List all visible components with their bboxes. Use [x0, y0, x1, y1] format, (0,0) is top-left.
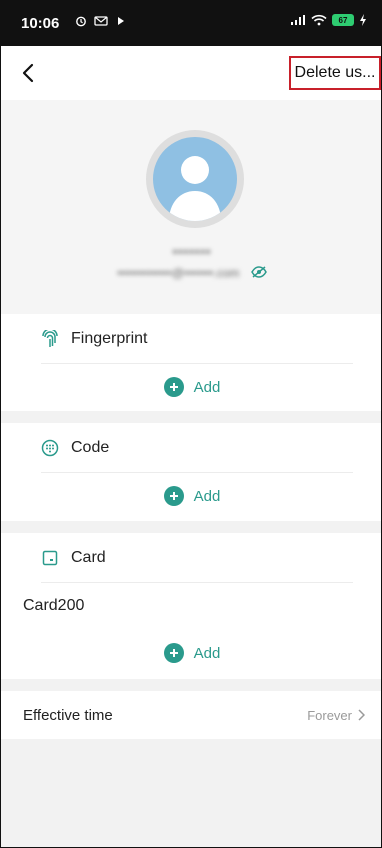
- app-frame: 10:06 67 Delete us... ••••••• ••••••••••…: [0, 0, 382, 848]
- notification-icons: [75, 15, 126, 29]
- charging-icon: [360, 14, 366, 26]
- add-code-label: Add: [193, 487, 221, 505]
- section-divider: [1, 521, 381, 533]
- card-icon: [41, 549, 59, 567]
- user-profile: ••••••• •••••••••••••@•••••••.com: [1, 100, 381, 314]
- wifi-icon: [311, 14, 327, 26]
- code-section: Code Add: [1, 423, 381, 521]
- back-button[interactable]: [15, 60, 41, 86]
- user-email-row: •••••••••••••@•••••••.com: [1, 266, 381, 281]
- eye-off-icon: [250, 266, 267, 279]
- card-section: Card Card200 Add: [1, 533, 381, 679]
- effective-time-label: Effective time: [23, 706, 113, 724]
- alarm-icon: [76, 16, 86, 27]
- plus-icon: [163, 643, 184, 663]
- toggle-visibility-button[interactable]: [250, 266, 267, 281]
- fingerprint-label: Fingerprint: [71, 329, 148, 347]
- battery-icon: 67: [332, 14, 354, 26]
- delete-user-button[interactable]: Delete us...: [289, 56, 381, 90]
- keypad-icon: [41, 439, 59, 457]
- section-divider: [1, 411, 381, 423]
- status-time: 10:06: [21, 15, 60, 32]
- status-bar: 10:06 67: [1, 1, 381, 46]
- status-right: 67: [290, 14, 367, 26]
- card-label: Card: [71, 548, 106, 566]
- effective-time-row[interactable]: Effective time Forever: [1, 691, 381, 739]
- add-fingerprint-button[interactable]: Add: [1, 372, 381, 402]
- user-name: •••••••: [172, 244, 212, 259]
- avatar-image: [153, 137, 237, 221]
- chevron-right-icon: [358, 709, 365, 721]
- card-list-item[interactable]: Card200: [23, 597, 84, 615]
- fingerprint-section: Fingerprint Add: [1, 314, 381, 411]
- section-divider: [1, 679, 381, 691]
- avatar[interactable]: [146, 130, 244, 228]
- add-code-button[interactable]: Add: [1, 481, 381, 511]
- effective-time-value: Forever: [307, 707, 352, 723]
- add-card-button[interactable]: Add: [1, 638, 381, 668]
- message-icon: [94, 16, 108, 26]
- effective-time-value-wrap: Forever: [307, 708, 365, 723]
- nav-bar: Delete us...: [1, 46, 381, 100]
- code-label: Code: [71, 438, 110, 456]
- signal-icon: [291, 15, 305, 25]
- add-fingerprint-label: Add: [193, 378, 221, 396]
- card-header: Card: [41, 533, 353, 583]
- plus-icon: [163, 486, 184, 506]
- user-email: •••••••••••••@•••••••.com: [117, 266, 240, 280]
- code-header: Code: [41, 423, 353, 473]
- plus-icon: [163, 377, 184, 397]
- fingerprint-header: Fingerprint: [41, 314, 353, 364]
- fingerprint-icon: [41, 329, 59, 348]
- bottom-background: [1, 739, 381, 847]
- chevron-left-icon: [22, 63, 34, 83]
- add-card-label: Add: [193, 644, 221, 662]
- play-icon: [117, 17, 124, 25]
- user-silhouette-icon: [169, 156, 221, 221]
